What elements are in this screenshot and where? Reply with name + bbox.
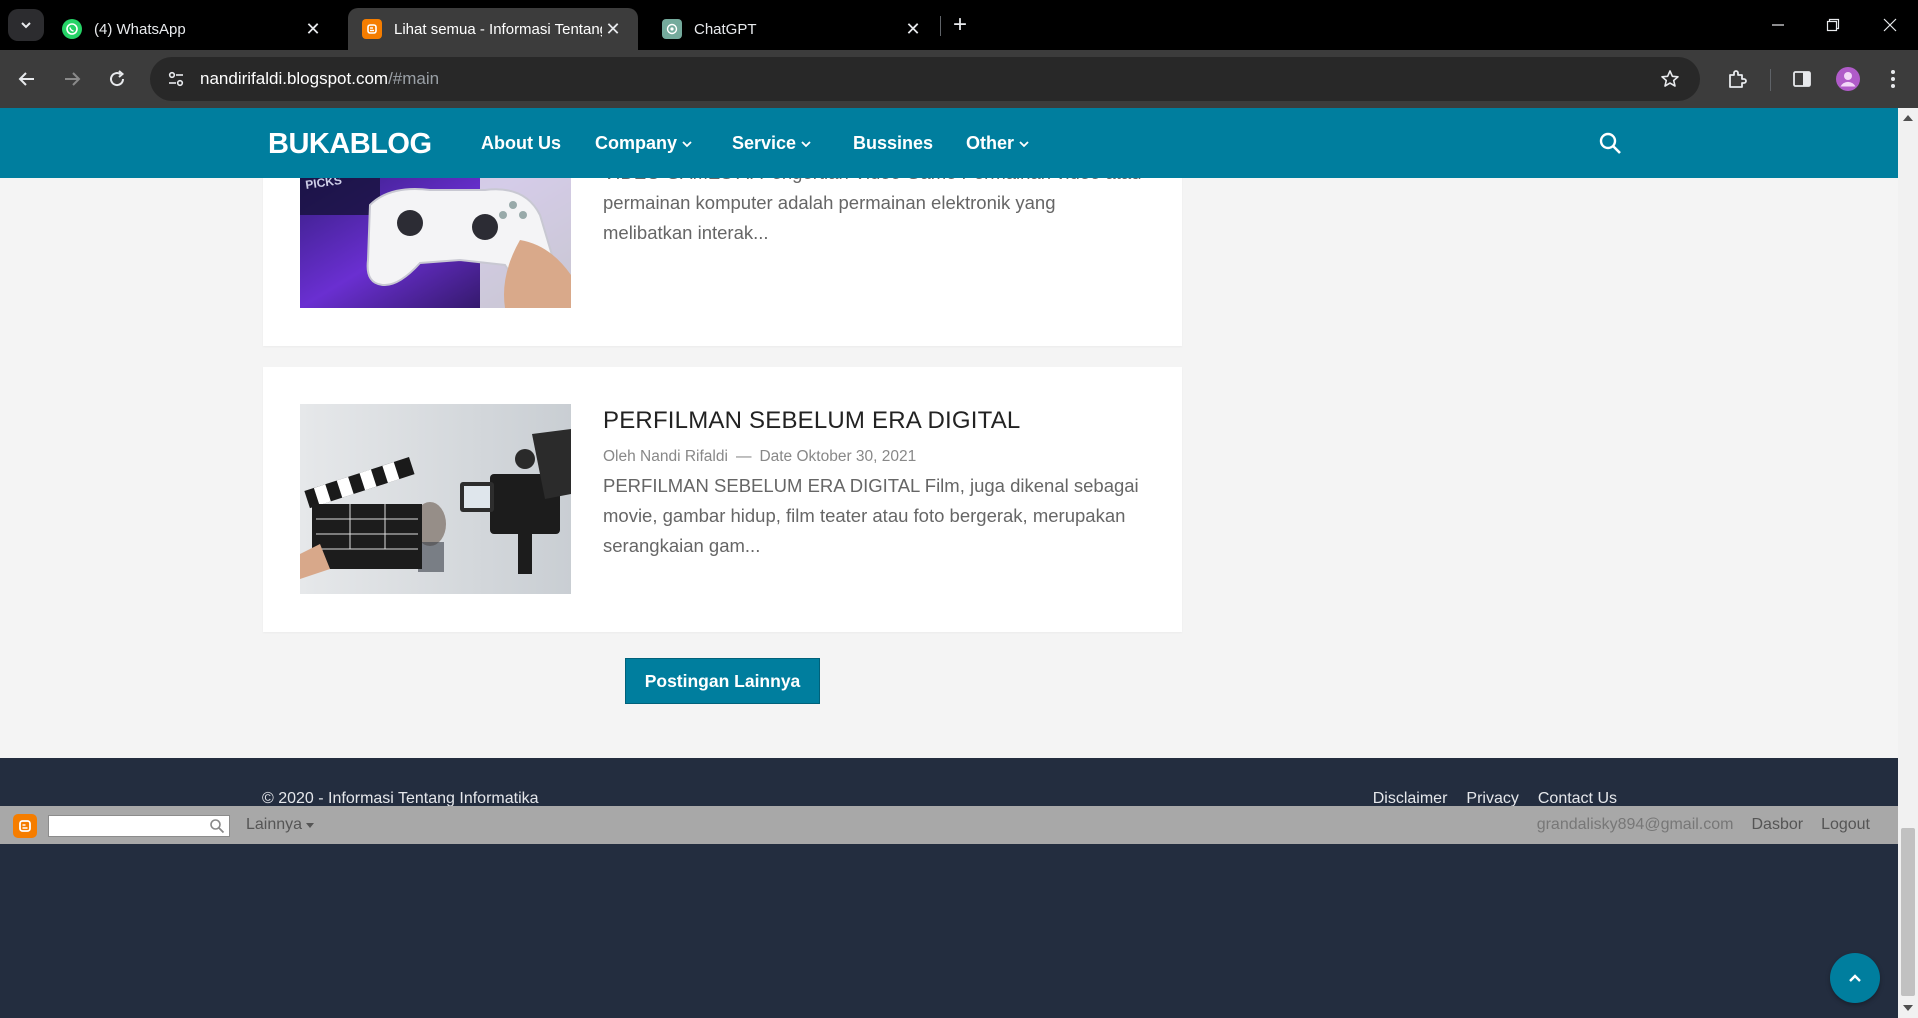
scrollbar-thumb[interactable]: [1901, 828, 1915, 996]
logout-link[interactable]: Logout: [1821, 816, 1870, 834]
profile-button[interactable]: [1830, 61, 1866, 97]
more-vert-icon: [1891, 70, 1895, 88]
post-card: PERFILMAN SEBELUM ERA DIGITAL Oleh Nandi…: [263, 367, 1182, 632]
site-logo-text: BUKABLOG: [268, 128, 432, 160]
user-email: grandalisky894@gmail.com: [1536, 816, 1734, 833]
scroll-up-icon[interactable]: [1903, 115, 1913, 121]
address-bar[interactable]: nandirifaldi.blogspot.com/#main: [150, 57, 1700, 101]
tab-bar: (4) WhatsApp ✕ Lihat semua - Informasi T…: [0, 0, 1918, 50]
minimize-icon: [1772, 24, 1784, 26]
avatar-icon: [1836, 67, 1860, 91]
chevron-down-icon: [801, 140, 811, 147]
blogger-icon: [362, 19, 382, 39]
more-posts-button[interactable]: Postingan Lainnya: [625, 658, 820, 704]
tab-title: ChatGPT: [694, 20, 757, 38]
site-search-button[interactable]: [1596, 129, 1624, 157]
chevron-down-icon: [1019, 140, 1029, 147]
nav-bussines[interactable]: Bussines: [853, 133, 933, 154]
chevron-down-icon: [682, 140, 692, 147]
chevron-down-icon: [21, 22, 31, 29]
tab-title: (4) WhatsApp: [94, 20, 186, 38]
tab-blogger[interactable]: Lihat semua - Informasi Tentang ✕: [348, 8, 638, 50]
more-menu[interactable]: Lainnya: [246, 816, 315, 834]
browser-menu-button[interactable]: [1875, 61, 1911, 97]
blogger-user-links: grandalisky894@gmail.com Dasbor Logout: [1537, 816, 1870, 834]
blog-search-input[interactable]: [48, 815, 230, 837]
post-meta: Oleh Nandi Rifaldi — Date Oktober 30, 20…: [603, 448, 916, 466]
minimize-button[interactable]: [1758, 10, 1798, 40]
site-footer: © 2020 - Informasi Tentang Informatika D…: [0, 758, 1898, 1018]
nav-label: Bussines: [853, 133, 934, 153]
star-icon: [1661, 70, 1679, 87]
nav-about-us[interactable]: About Us: [481, 133, 561, 154]
dashboard-link[interactable]: Dasbor: [1751, 816, 1803, 834]
back-to-top-button[interactable]: [1830, 953, 1880, 1003]
nav-label: Company: [595, 133, 678, 153]
url-path: /#main: [388, 69, 440, 88]
reload-button[interactable]: [99, 61, 135, 97]
more-menu-label: Lainnya: [246, 816, 303, 833]
side-panel-icon: [1793, 71, 1811, 87]
restore-button[interactable]: [1813, 10, 1853, 40]
tab-title: Lihat semua - Informasi Tentang: [394, 20, 602, 38]
site-header: BUKABLOG About Us Company Service Bussin…: [0, 108, 1898, 178]
site-logo[interactable]: BUKABLOG: [268, 125, 438, 161]
tab-search-button[interactable]: [8, 9, 44, 41]
forward-button[interactable]: [54, 61, 90, 97]
caret-down-icon: [306, 823, 315, 828]
arrow-right-icon: [65, 72, 81, 86]
tune-icon: [168, 71, 184, 87]
blogger-navbar: Lainnya grandalisky894@gmail.com Dasbor …: [0, 806, 1898, 844]
arrow-left-icon: [18, 72, 34, 86]
post-title[interactable]: PERFILMAN SEBELUM ERA DIGITAL: [603, 407, 1020, 435]
tab-separator: [940, 16, 941, 36]
page-viewport: BUKABLOG About Us Company Service Bussin…: [0, 108, 1918, 1018]
close-icon: [1883, 18, 1897, 32]
toolbar-divider: [1770, 69, 1771, 91]
blogger-logo-icon[interactable]: [13, 814, 37, 838]
chevron-up-icon: [1849, 974, 1861, 982]
nav-company[interactable]: Company: [595, 133, 693, 154]
nav-other[interactable]: Other: [966, 133, 1030, 154]
post-date: Date Oktober 30, 2021: [759, 448, 917, 465]
tab-chatgpt[interactable]: ChatGPT ✕: [648, 8, 938, 50]
nav-label: Service: [732, 133, 797, 153]
search-icon: [1599, 132, 1621, 154]
nav-service[interactable]: Service: [732, 133, 812, 154]
reload-icon: [110, 70, 125, 87]
tab-whatsapp[interactable]: (4) WhatsApp ✕: [48, 8, 338, 50]
url-host: nandirifaldi.blogspot.com: [200, 69, 389, 88]
close-icon[interactable]: ✕: [602, 18, 624, 40]
post-author[interactable]: Oleh Nandi Rifaldi: [603, 448, 728, 466]
close-window-button[interactable]: [1870, 10, 1910, 40]
bookmark-button[interactable]: [1654, 63, 1686, 95]
url-text[interactable]: nandirifaldi.blogspot.com/#main: [200, 69, 439, 89]
nav-label: About Us: [481, 133, 561, 153]
post-excerpt: PERFILMAN SEBELUM ERA DIGITAL Film, juga…: [603, 475, 1139, 556]
side-panel-button[interactable]: [1784, 61, 1820, 97]
chatgpt-icon: [662, 19, 682, 39]
new-tab-button[interactable]: +: [944, 11, 976, 39]
scroll-down-icon[interactable]: [1903, 1005, 1913, 1011]
film-camera-image: [300, 404, 571, 594]
puzzle-icon: [1729, 70, 1747, 88]
site-info-button[interactable]: [158, 61, 194, 97]
post-thumbnail[interactable]: [300, 404, 571, 594]
browser-toolbar: nandirifaldi.blogspot.com/#main: [0, 50, 1918, 108]
page-scrollbar[interactable]: [1898, 108, 1918, 1018]
back-button[interactable]: [9, 61, 45, 97]
close-icon[interactable]: ✕: [302, 18, 324, 40]
close-icon[interactable]: ✕: [902, 18, 924, 40]
restore-icon: [1826, 18, 1840, 32]
search-icon[interactable]: [209, 818, 225, 834]
extensions-button[interactable]: [1719, 61, 1755, 97]
meta-separator: —: [735, 448, 752, 465]
whatsapp-icon: [62, 19, 82, 39]
nav-label: Other: [966, 133, 1015, 153]
